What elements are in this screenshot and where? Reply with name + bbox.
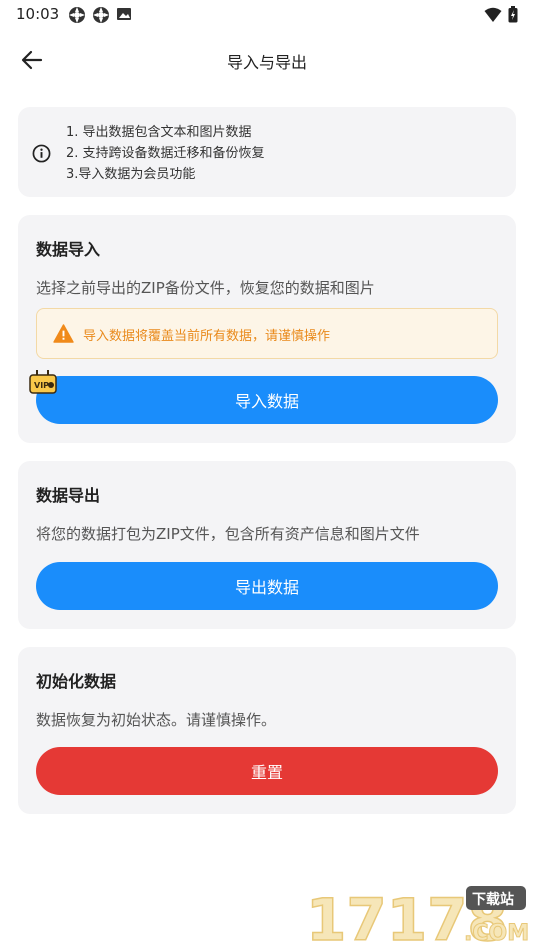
import-description: 选择之前导出的ZIP备份文件，恢复您的数据和图片 [36,279,375,297]
info-line: 2. 支持跨设备数据迁移和备份恢复 [66,146,265,161]
import-warning-box: 导入数据将覆盖当前所有数据，请谨慎操作 [36,308,498,359]
warning-icon [53,324,74,343]
export-title: 数据导出 [36,486,101,505]
battery-icon [508,6,518,23]
reset-card: 初始化数据 数据恢复为初始状态。请谨慎操作。 重置 [18,647,516,814]
info-card: 1. 导出数据包含文本和图片数据 2. 支持跨设备数据迁移和备份恢复 3.导入数… [18,107,516,197]
status-time: 10:03 [16,5,60,23]
watermark-domain: .COM [464,921,529,946]
status-bar: 10:03 [0,0,534,30]
reset-description: 数据恢复为初始状态。请谨慎操作。 [36,711,277,729]
info-line: 3.导入数据为会员功能 [66,167,196,182]
export-data-button[interactable]: 导出数据 [36,562,498,610]
reset-button[interactable]: 重置 [36,747,498,795]
notification-icons [68,6,132,24]
watermark-logo: 17178 下载站 .COM [305,885,529,946]
export-description: 将您的数据打包为ZIP文件，包含所有资产信息和图片文件 [36,525,420,543]
app-bar: 导入与导出 [0,38,534,80]
wifi-icon [484,7,502,22]
app-notification-icon [69,7,85,23]
info-list: 1. 导出数据包含文本和图片数据 2. 支持跨设备数据迁移和备份恢复 3.导入数… [66,122,265,185]
app-notification-icon [93,7,109,23]
vip-badge-icon: VIP [29,370,57,394]
watermark-badge: 下载站 [472,891,514,908]
photo-notification-icon [117,8,131,20]
system-icons [484,6,518,23]
page-title: 导入与导出 [226,53,307,72]
import-card: 数据导入 选择之前导出的ZIP备份文件，恢复您的数据和图片 导入数据将覆盖当前所… [18,215,516,443]
warning-text: 导入数据将覆盖当前所有数据，请谨慎操作 [83,329,331,344]
import-title: 数据导入 [36,240,101,259]
import-data-button[interactable]: 导入数据 [36,376,498,424]
info-icon [32,144,51,163]
export-card: 数据导出 将您的数据打包为ZIP文件，包含所有资产信息和图片文件 导出数据 [18,461,516,629]
reset-title: 初始化数据 [36,672,117,691]
info-line: 1. 导出数据包含文本和图片数据 [66,125,252,140]
vip-label: VIP [34,381,49,390]
